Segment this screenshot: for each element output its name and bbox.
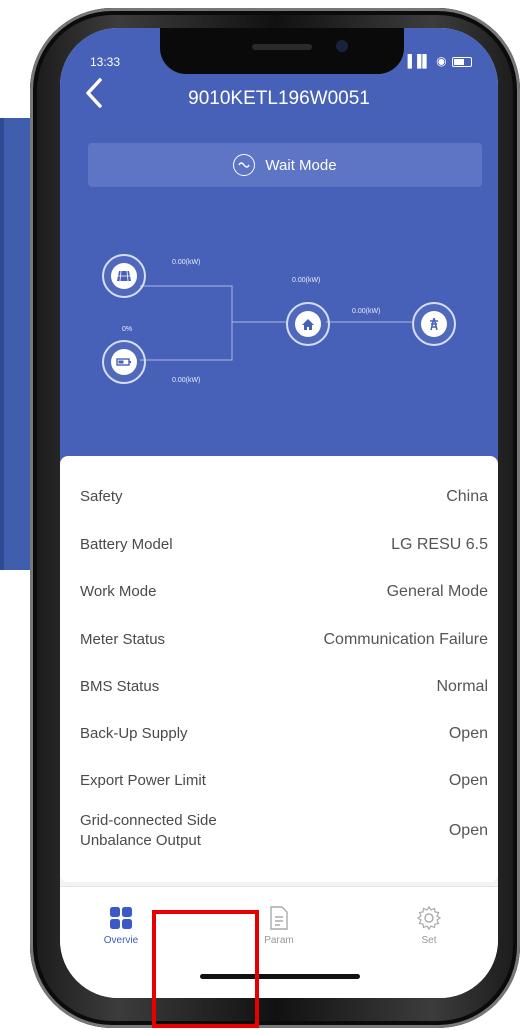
info-label: Back-Up Supply: [80, 725, 188, 742]
energy-flow-diagram: 0.00(kW) 0% 0.00(kW) 0.00(kW) 0.00(kW): [60, 28, 498, 478]
grid-icon: [108, 905, 134, 931]
solar-panel-icon: [111, 263, 137, 289]
battery-icon: [111, 349, 137, 375]
highlight-annotation-box: [152, 910, 259, 1028]
bottom-tab-bar: Overvie Param Set: [60, 886, 498, 998]
tab-label: Overvie: [103, 935, 139, 946]
info-row-export-power-limit: Export Power Limit Open: [80, 758, 488, 804]
grid-tower-icon: [421, 311, 447, 337]
info-value: Open: [448, 772, 488, 789]
load-power-label: 0.00(kW): [292, 277, 321, 284]
info-label: Export Power Limit: [80, 772, 206, 789]
battery-soc-label: 0%: [122, 326, 133, 333]
tab-set[interactable]: Set: [374, 905, 484, 946]
info-label: Work Mode: [80, 583, 157, 600]
background-blue-strip: [0, 118, 30, 570]
info-value: Open: [448, 822, 488, 839]
battery-node: [102, 340, 146, 384]
info-row-unbalance-output: Grid-connected Side Unbalance Output Ope…: [80, 808, 488, 854]
grid-node: [412, 302, 456, 346]
info-value: China: [446, 488, 488, 505]
flow-lines: [140, 285, 412, 361]
info-value: LG RESU 6.5: [391, 536, 488, 553]
info-value: General Mode: [386, 583, 488, 600]
pv-node: [102, 254, 146, 298]
info-value: Communication Failure: [323, 631, 488, 648]
document-icon: [266, 905, 292, 931]
tab-label: Param: [264, 935, 294, 946]
info-row-work-mode: Work Mode General Mode: [80, 569, 488, 615]
device-info-panel: Safety China Battery Model LG RESU 6.5 W…: [60, 456, 498, 882]
info-row-meter-status: Meter Status Communication Failure: [80, 617, 488, 663]
info-value: Open: [448, 725, 488, 742]
pv-power-label: 0.00(kW): [172, 259, 201, 266]
info-label: Safety: [80, 488, 123, 505]
info-row-bms-status: BMS Status Normal: [80, 664, 488, 710]
info-label: Grid-connected Side Unbalance Output: [80, 812, 217, 849]
hero-section: 13:33 ▐▐▌ ◉ 9010KETL196W0051 Wait Mode 0…: [60, 28, 498, 478]
info-row-battery-model: Battery Model LG RESU 6.5: [80, 522, 488, 568]
grid-power-label: 0.00(kW): [352, 308, 381, 315]
home-node: [286, 302, 330, 346]
gear-icon: [416, 905, 442, 931]
background-strip-edge: [0, 118, 4, 570]
info-value: Normal: [436, 678, 488, 695]
info-row-backup-supply: Back-Up Supply Open: [80, 711, 488, 757]
info-row-safety: Safety China: [80, 474, 488, 520]
info-label: BMS Status: [80, 678, 160, 695]
tab-label: Set: [421, 935, 437, 946]
house-icon: [295, 311, 321, 337]
app-screen: 13:33 ▐▐▌ ◉ 9010KETL196W0051 Wait Mode 0…: [60, 28, 498, 998]
info-label: Meter Status: [80, 631, 166, 648]
info-label: Battery Model: [80, 536, 173, 553]
battery-power-label: 0.00(kW): [172, 377, 201, 384]
